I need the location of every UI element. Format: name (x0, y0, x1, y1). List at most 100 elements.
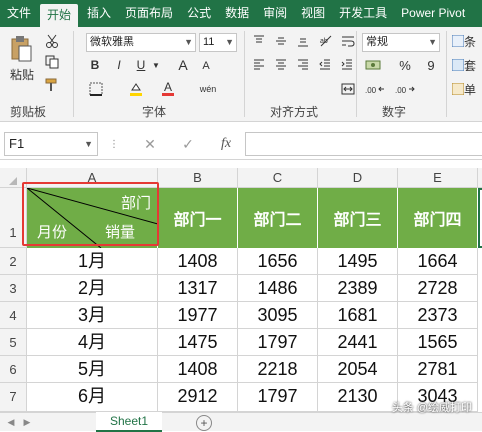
sales-cell[interactable]: 2728 (398, 275, 478, 302)
sales-cell[interactable]: 2912 (158, 383, 238, 412)
row-header-7[interactable]: 7 (0, 383, 27, 412)
row-header-2[interactable]: 2 (0, 248, 27, 275)
italic-button[interactable]: I (112, 58, 126, 72)
align-bottom-icon[interactable] (296, 35, 310, 47)
font-family-select[interactable]: 微软雅黑 ▼ (86, 33, 196, 52)
font-shrink-button[interactable]: A (200, 60, 212, 72)
format-as-table-button[interactable]: 套 (452, 57, 482, 73)
copy-icon[interactable] (44, 54, 60, 70)
scroll-right-icon[interactable]: ▶ (22, 416, 32, 428)
column-header-f[interactable] (478, 168, 482, 188)
column-header-d[interactable]: D (318, 168, 398, 188)
dept-header-cell[interactable]: 部门四 (398, 188, 478, 248)
sales-cell[interactable]: 1408 (158, 248, 238, 275)
tab-formulas[interactable]: 公式 (180, 0, 218, 27)
sales-cell[interactable]: 2054 (318, 356, 398, 383)
merge-center-icon[interactable] (340, 81, 356, 97)
name-box[interactable]: F1 ▼ (4, 132, 98, 156)
border-icon[interactable] (88, 81, 104, 97)
insert-function-button[interactable]: fx (216, 136, 236, 152)
underline-button[interactable]: U (134, 58, 148, 72)
percent-button[interactable]: % (398, 58, 412, 73)
month-cell[interactable]: 4月 (27, 329, 158, 356)
selected-cell-f1[interactable] (478, 188, 482, 248)
sales-cell[interactable]: 1977 (158, 302, 238, 329)
bold-button[interactable]: B (88, 58, 102, 72)
cell-styles-button[interactable]: 单 (452, 81, 482, 97)
sales-cell[interactable]: 3095 (238, 302, 318, 329)
month-cell[interactable]: 2月 (27, 275, 158, 302)
sales-cell[interactable]: 1486 (238, 275, 318, 302)
dept-header-cell[interactable]: 部门三 (318, 188, 398, 248)
align-center-icon[interactable] (274, 58, 288, 70)
tab-view[interactable]: 视图 (294, 0, 332, 27)
sales-cell[interactable]: 2218 (238, 356, 318, 383)
row-header-5[interactable]: 5 (0, 329, 27, 356)
sales-cell[interactable]: 1797 (238, 383, 318, 412)
column-header-c[interactable]: C (238, 168, 318, 188)
tab-data[interactable]: 数据 (218, 0, 256, 27)
paste-button[interactable]: 粘贴 (8, 67, 36, 82)
row-header-6[interactable]: 6 (0, 356, 27, 383)
tab-review[interactable]: 审阅 (256, 0, 294, 27)
cut-icon[interactable] (44, 33, 60, 49)
sales-cell[interactable]: 1797 (238, 329, 318, 356)
month-cell[interactable]: 5月 (27, 356, 158, 383)
row-header-3[interactable]: 3 (0, 275, 27, 302)
orientation-icon[interactable]: ab (318, 33, 334, 49)
sales-cell[interactable]: 2373 (398, 302, 478, 329)
tab-power-pivot[interactable]: Power Pivot (394, 0, 472, 27)
format-painter-icon[interactable] (44, 77, 60, 93)
decrease-decimal-icon[interactable]: .00 (394, 81, 416, 97)
wrap-text-icon[interactable] (340, 33, 356, 49)
sales-cell[interactable]: 1681 (318, 302, 398, 329)
sales-cell[interactable]: 1475 (158, 329, 238, 356)
font-size-select[interactable]: 11 ▼ (199, 33, 237, 52)
underline-dropdown-icon[interactable]: ▼ (152, 60, 160, 70)
sheet-tab-sheet1[interactable]: Sheet1 (96, 412, 162, 432)
tab-insert[interactable]: 插入 (80, 0, 118, 27)
font-grow-button[interactable]: A (176, 57, 190, 73)
increase-indent-icon[interactable] (340, 58, 354, 70)
tab-developer[interactable]: 开发工具 (332, 0, 394, 27)
sales-cell[interactable]: 1664 (398, 248, 478, 275)
month-cell[interactable]: 1月 (27, 248, 158, 275)
align-top-icon[interactable] (252, 35, 266, 47)
sales-cell[interactable]: 2441 (318, 329, 398, 356)
paste-icon[interactable] (8, 35, 34, 63)
row-header-4[interactable]: 4 (0, 302, 27, 329)
sales-cell[interactable]: 1495 (318, 248, 398, 275)
sales-cell[interactable]: 1408 (158, 356, 238, 383)
align-middle-icon[interactable] (274, 35, 288, 47)
add-sheet-icon[interactable]: + (196, 415, 212, 431)
month-cell[interactable]: 6月 (27, 383, 158, 412)
number-format-select[interactable]: 常规 ▼ (362, 33, 440, 52)
cancel-formula-button[interactable]: ✕ (142, 136, 158, 152)
align-right-icon[interactable] (296, 58, 310, 70)
sales-cell[interactable]: 1565 (398, 329, 478, 356)
tab-home[interactable]: 开始 (40, 4, 79, 27)
tab-page-layout[interactable]: 页面布局 (118, 0, 180, 27)
formula-input[interactable] (245, 132, 482, 156)
sales-cell[interactable]: 2389 (318, 275, 398, 302)
column-header-b[interactable]: B (158, 168, 238, 188)
font-color-icon[interactable]: A (160, 81, 176, 97)
sales-cell[interactable]: 1317 (158, 275, 238, 302)
sales-cell[interactable]: 1656 (238, 248, 318, 275)
increase-decimal-icon[interactable]: .00 (364, 81, 386, 97)
dept-header-cell[interactable]: 部门二 (238, 188, 318, 248)
currency-icon[interactable] (364, 58, 382, 72)
dept-header-cell[interactable]: 部门一 (158, 188, 238, 248)
tab-file[interactable]: 文件 (0, 0, 38, 27)
sales-cell[interactable]: 2130 (318, 383, 398, 412)
column-header-e[interactable]: E (398, 168, 478, 188)
month-cell[interactable]: 3月 (27, 302, 158, 329)
phonetic-icon[interactable]: wén (196, 81, 220, 97)
decrease-indent-icon[interactable] (318, 58, 332, 70)
align-left-icon[interactable] (252, 58, 266, 70)
sales-cell[interactable]: 2781 (398, 356, 478, 383)
scroll-left-icon[interactable]: ◀ (6, 416, 16, 428)
enter-formula-button[interactable]: ✓ (180, 136, 196, 152)
comma-button[interactable]: 9 (424, 58, 438, 73)
conditional-format-button[interactable]: 条 (452, 33, 482, 49)
